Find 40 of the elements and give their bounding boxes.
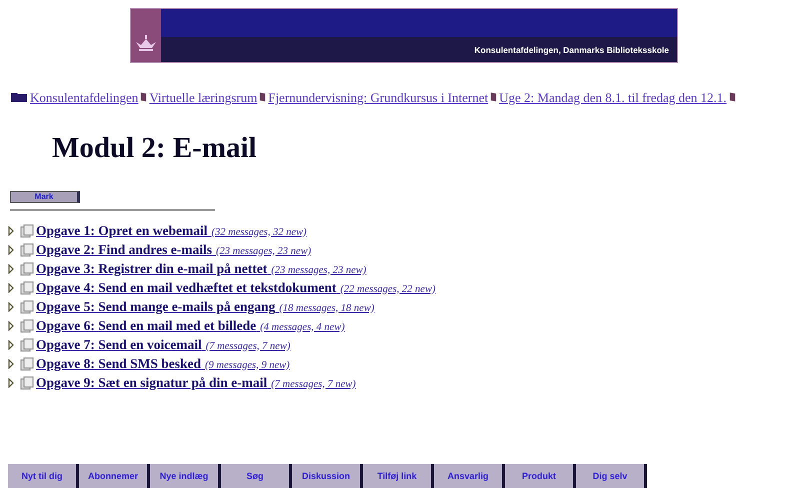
document-stack-icon — [20, 376, 34, 390]
nav-button[interactable]: Tilføj link — [363, 464, 434, 488]
topic-link[interactable]: Opgave 3: Registrer din e-mail på nettet (23 messages, 23 new) — [36, 260, 366, 278]
topic-link[interactable]: Opgave 5: Send mange e-mails på engang (18 messages, 18 new) — [36, 298, 374, 316]
topic-link[interactable]: Opgave 2: Find andres e-mails (23 messages, 23 new) — [36, 240, 312, 258]
nav-button[interactable]: Ansvarlig — [434, 464, 505, 488]
nav-button[interactable]: Nye indlæg — [150, 464, 221, 488]
nav-button[interactable]: Søg — [221, 464, 292, 488]
crown-icon — [134, 34, 158, 52]
book-icon — [728, 91, 736, 103]
book-icon — [140, 91, 148, 103]
topic-link[interactable]: Opgave 8: Send SMS besked (9 messages, 9 new) — [36, 354, 290, 372]
topic-link[interactable]: Opgave 7: Send en voicemail (7 messages, 7 new) — [36, 336, 290, 354]
nav-button[interactable]: Diskussion — [292, 464, 363, 488]
document-stack-icon — [20, 300, 34, 314]
mark-button[interactable]: Mark — [10, 191, 80, 203]
topic-link[interactable]: Opgave 9: Sæt en signatur på din e-mail (7 messages, 7 new) — [36, 374, 356, 392]
document-stack-icon — [20, 318, 34, 332]
book-icon — [490, 91, 498, 103]
nav-button[interactable]: Dig selv — [576, 464, 647, 488]
document-stack-icon — [20, 224, 34, 238]
topic-link[interactable]: Opgave 6: Send en mail med et billede (4 messages, 4 new) — [36, 316, 345, 334]
folder-icon — [10, 91, 28, 103]
book-icon — [259, 91, 266, 103]
nav-button[interactable]: Nyt til dig — [8, 464, 79, 488]
document-stack-icon — [20, 356, 34, 370]
document-stack-icon — [20, 242, 34, 256]
document-stack-icon — [20, 262, 34, 276]
banner-text: Konsulentafdelingen, Danmarks Biblioteksskole — [474, 44, 669, 54]
breadcrumb-link[interactable]: Virtuelle læringsrum — [149, 90, 258, 105]
breadcrumb-link[interactable]: Fjernundervisning: Grundkursus i Internet — [268, 90, 488, 105]
document-stack-icon — [20, 280, 34, 294]
nav-button[interactable]: Abonnemer — [79, 464, 150, 488]
breadcrumb-link[interactable]: Uge 2: Mandag den 8.1. til fredag den 12.1. — [499, 90, 727, 105]
topic-link[interactable]: Opgave 4: Send en mail vedhæftet et tekstdokument (22 messages, 22 new) — [36, 278, 436, 296]
page-title: Modul 2: E-mail — [52, 131, 258, 166]
nav-button[interactable]: Produkt — [505, 464, 576, 488]
document-stack-icon — [20, 338, 34, 352]
breadcrumb-link[interactable]: Konsulentafdelingen — [30, 90, 138, 105]
topic-link[interactable]: Opgave 1: Opret en webemail (32 messages, 32 new) — [36, 222, 307, 240]
